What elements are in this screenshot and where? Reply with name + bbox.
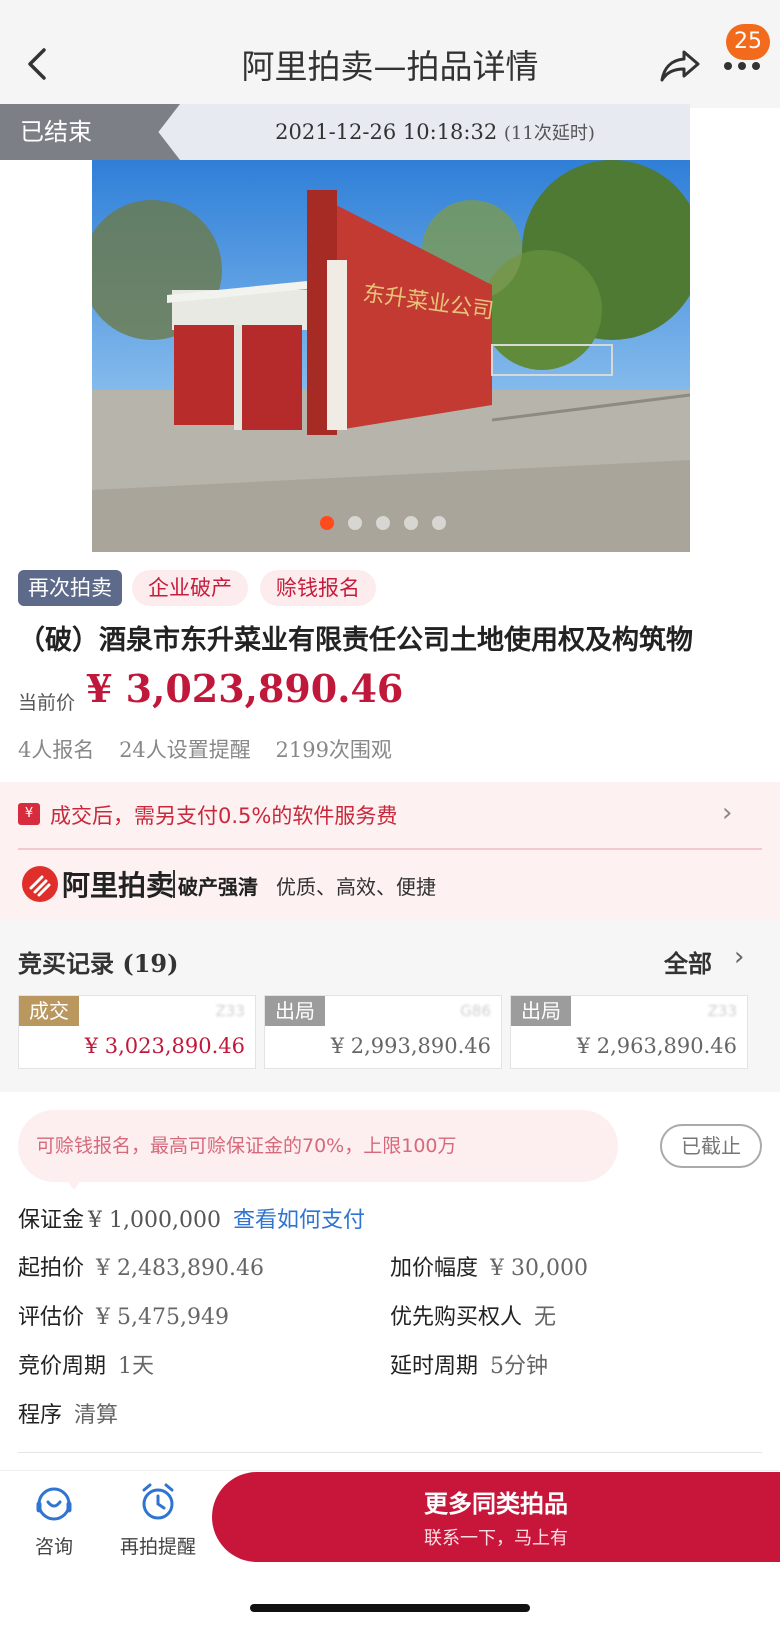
start-price-row: 起拍价 ¥ 2,483,890.46 [18,1250,264,1282]
appraisal-row: 评估价 ¥ 5,475,949 [18,1299,229,1331]
bid-cycle-label: 竞价周期 [18,1354,107,1379]
bid-status-badge: 出局 [511,996,571,1026]
bid-amount: ¥ 2,963,890.46 [576,1034,737,1058]
bid-records-count: (19) [122,949,179,978]
bubble-tail [64,1176,84,1190]
tag-bankruptcy: 企业破产 [132,570,248,606]
ali-auction-logo-text: 阿里拍卖 [62,869,175,902]
status-ended-label: 已结束 [0,104,180,160]
cta-sub-label[interactable]: 联系一下，马上有 [212,1524,780,1550]
how-to-pay-link[interactable]: 查看如何支付 [233,1208,365,1233]
service-fee-notice[interactable]: 成交后，需另支付0.5%的软件服务费 [50,800,397,830]
increment-label: 加价幅度 [390,1256,479,1281]
consult-label[interactable]: 咨询 [20,1532,88,1559]
remind-label[interactable]: 再拍提醒 [110,1532,206,1559]
reminder-count: 24人设置提醒 [119,738,251,762]
bidder-id: G86 [460,1002,491,1020]
notification-badge: 25 [726,24,770,60]
bid-records-title: 竞买记录 (19) [18,944,178,979]
priority-buyer-label: 优先购买权人 [390,1305,523,1330]
current-price: ¥ 3,023,890.46 [86,666,404,711]
bid-amount: ¥ 3,023,890.46 [84,1034,245,1058]
extension-count: (11次延时) [503,123,595,144]
tag-credit-signup: 赊钱报名 [260,570,376,606]
lot-photo[interactable]: 东升菜业公司 [92,160,690,552]
gate-photo-image: 东升菜业公司 [92,160,690,552]
bid-amount: ¥ 2,993,890.46 [330,1034,491,1058]
deposit-label: 保证金 [18,1208,85,1233]
closed-button[interactable]: 已截止 [660,1124,762,1168]
deposit-row: 保证金 ¥ 1,000,000 查看如何支付 [18,1202,365,1234]
bid-cycle-value: 1天 [118,1354,155,1379]
cta-main-label[interactable]: 更多同类拍品 [212,1484,780,1519]
tag-reauction: 再次拍卖 [18,570,122,606]
fee-icon: ¥ [18,803,40,825]
bid-record-card[interactable]: 出局 Z33 ¥ 2,963,890.46 [510,995,748,1069]
bidder-id: Z33 [215,1002,245,1020]
signup-count: 4人报名 [18,738,95,762]
alarm-clock-icon[interactable] [138,1482,178,1522]
procedure-row: 程序 清算 [18,1397,118,1429]
appraisal-label: 评估价 [18,1305,85,1330]
increment-row: 加价幅度 ¥ 30,000 [390,1250,588,1282]
procedure-label: 程序 [18,1403,63,1428]
delay-cycle-row: 延时周期 5分钟 [390,1348,548,1380]
delay-cycle-value: 5分钟 [490,1354,549,1379]
deposit-value: ¥ 1,000,000 [88,1208,221,1233]
bid-records-label: 竞买记录 [18,950,114,978]
slogan: 优质、高效、便捷 [276,875,436,899]
start-price-label: 起拍价 [18,1256,85,1281]
increment-value: ¥ 30,000 [490,1256,588,1281]
more-icon[interactable] [722,58,762,72]
view-all-bids-button[interactable]: 全部 [664,944,712,979]
gallery-dot-active[interactable] [320,516,334,530]
bid-cycle-row: 竞价周期 1天 [18,1348,154,1380]
gallery-pagination [320,516,446,530]
current-price-label: 当前价 [18,692,76,714]
bid-status-badge: 出局 [265,996,325,1026]
gallery-dot[interactable] [404,516,418,530]
bid-status-badge: 成交 [19,996,79,1026]
bidder-id: Z33 [707,1002,737,1020]
ali-auction-logo-icon [22,866,58,902]
gallery-dot[interactable] [376,516,390,530]
lot-title: （破）酒泉市东升菜业有限责任公司土地使用权及构筑物 [18,625,693,656]
priority-buyer-row: 优先购买权人无 [390,1299,556,1331]
consult-icon[interactable] [34,1484,74,1524]
home-indicator[interactable] [250,1604,530,1612]
bankruptcy-clearance-label: 破产强清 [178,875,258,899]
auction-end-time: 2021-12-26 10:18:32 (11次延时) [180,104,690,160]
start-price-value: ¥ 2,483,890.46 [96,1256,264,1281]
procedure-value: 清算 [74,1403,119,1428]
bid-record-card[interactable]: 成交 Z33 ¥ 3,023,890.46 [18,995,256,1069]
gallery-dot[interactable] [432,516,446,530]
lot-stats: 4人报名 24人设置提醒 2199次围观 [18,734,410,764]
divider [18,848,762,850]
gallery-dot[interactable] [348,516,362,530]
view-count: 2199次围观 [275,738,392,762]
end-time-value: 2021-12-26 10:18:32 [275,120,498,144]
logo-separator [173,870,175,898]
chevron-right-icon[interactable]: › [722,798,732,828]
priority-buyer-value: 无 [534,1305,557,1330]
appraisal-value: ¥ 5,475,949 [96,1305,229,1330]
credit-signup-text: 可赊钱报名，最高可赊保证金的70%，上限100万 [36,1135,457,1157]
bid-record-card[interactable]: 出局 G86 ¥ 2,993,890.46 [264,995,502,1069]
chevron-right-icon[interactable]: › [734,942,744,972]
delay-cycle-label: 延时周期 [390,1354,479,1379]
share-icon[interactable] [658,48,702,84]
divider [18,1452,762,1453]
